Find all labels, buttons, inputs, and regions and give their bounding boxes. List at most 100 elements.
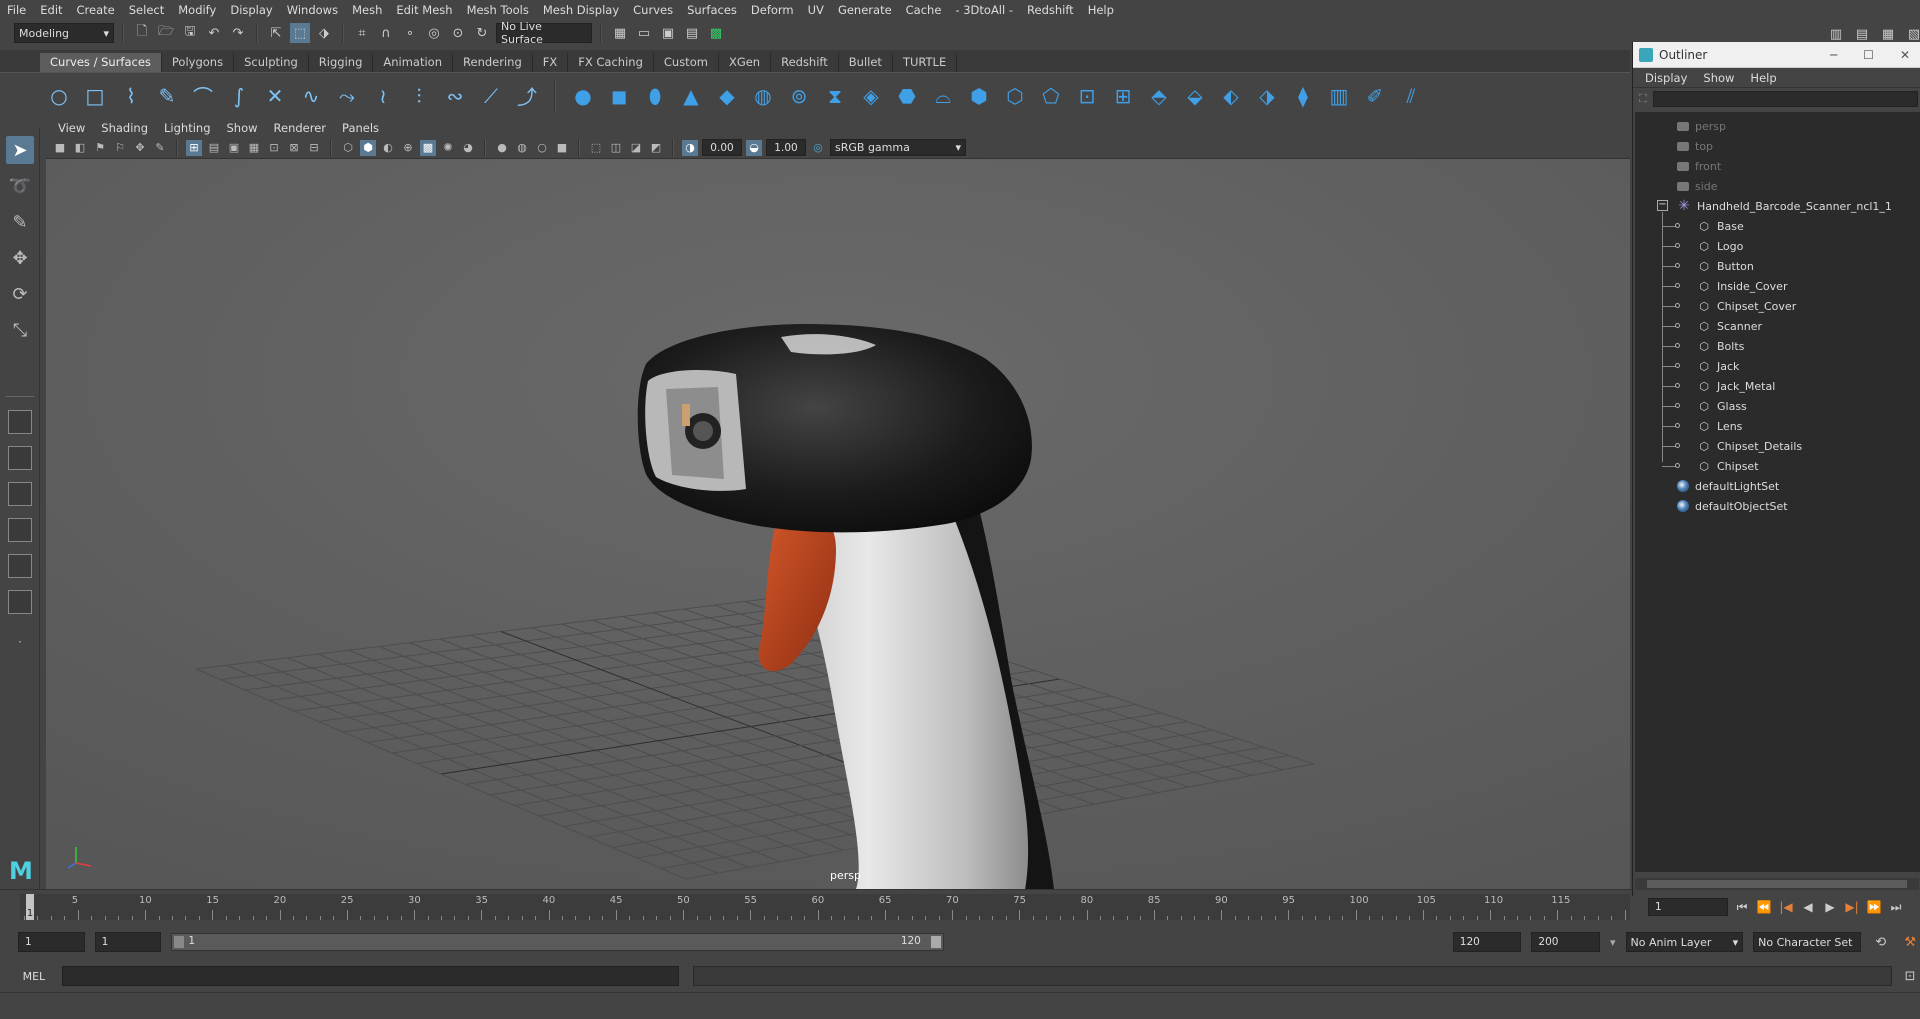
live-surface-field[interactable]: No Live Surface [496, 20, 592, 46]
outliner-camera-front[interactable]: front [1677, 156, 1721, 176]
attribute-editor-icon[interactable]: ▦ [1878, 24, 1898, 44]
exposure-field[interactable]: 0.00 [702, 139, 742, 156]
trim-icon[interactable]: ⬘ [1146, 83, 1172, 109]
field-chart-icon[interactable]: ⊡ [266, 140, 282, 156]
shelf-tab-turtle[interactable]: TURTLE [893, 53, 958, 72]
script-language-toggle[interactable]: MEL [14, 970, 54, 983]
outliner-mesh-item[interactable]: ⬡ Chipset [1697, 456, 1758, 476]
outliner-menu-help[interactable]: Help [1742, 71, 1784, 85]
xray-joints-icon[interactable]: ◩ [648, 140, 664, 156]
menu-mesh[interactable]: Mesh [345, 0, 389, 20]
panel-menu-panels[interactable]: Panels [334, 121, 387, 135]
filter-icon[interactable]: ⛶ [1639, 92, 1647, 106]
visibility-dot[interactable] [1675, 463, 1680, 468]
anim-layer-dropdown[interactable]: No Anim Layer ▾ [1625, 932, 1744, 952]
menu-deform[interactable]: Deform [744, 0, 801, 20]
rebuild-curve-icon[interactable]: ≀ [370, 83, 396, 109]
menu-file[interactable]: File [0, 0, 33, 20]
shelf-tab-custom[interactable]: Custom [654, 53, 719, 72]
menu-redshift[interactable]: Redshift [1020, 0, 1081, 20]
outliner-camera-persp[interactable]: persp [1677, 116, 1726, 136]
shelf-tab-fx-caching[interactable]: FX Caching [568, 53, 654, 72]
render-settings-icon[interactable]: ▦ [610, 23, 630, 43]
menu-help[interactable]: Help [1081, 0, 1121, 20]
menu-curves[interactable]: Curves [626, 0, 680, 20]
workspace-icon[interactable]: ▥ [1826, 24, 1846, 44]
gate-mask-icon[interactable]: ▦ [246, 140, 262, 156]
visibility-dot[interactable] [1675, 323, 1680, 328]
wireframe-on-shaded-icon[interactable]: ⊕ [400, 140, 416, 156]
planar-icon[interactable]: ◈ [858, 83, 884, 109]
current-frame-field[interactable]: 1 [1648, 898, 1728, 916]
birail-icon[interactable]: ⌓ [930, 83, 956, 109]
safe-action-icon[interactable]: ⊠ [286, 140, 302, 156]
nurbs-circle-icon[interactable]: ○ [46, 83, 72, 109]
insert-isoparm-icon[interactable]: ⬗ [1254, 83, 1280, 109]
revolve-icon[interactable]: ⊚ [786, 83, 812, 109]
menu-mesh-display[interactable]: Mesh Display [536, 0, 626, 20]
go-to-end-icon[interactable]: ⏭ [1888, 900, 1904, 915]
outliner-mesh-item[interactable]: ⬡ Bolts [1697, 336, 1744, 356]
image-plane-icon[interactable]: ⚐ [112, 140, 128, 156]
step-back-frame-icon[interactable]: |◀ [1778, 900, 1794, 914]
visibility-dot[interactable] [1675, 403, 1680, 408]
nurbs-torus-icon[interactable]: ◍ [750, 83, 776, 109]
history-icon[interactable]: ↻ [472, 23, 492, 43]
persp-outliner-layout-icon[interactable] [8, 482, 32, 506]
outliner-set-item[interactable]: defaultLightSet [1677, 476, 1779, 496]
layout-icon[interactable]: ▤ [1852, 24, 1872, 44]
camera-attributes-icon[interactable]: ◧ [72, 140, 88, 156]
panel-menu-shading[interactable]: Shading [93, 121, 156, 135]
collapse-toggle[interactable]: − [1657, 200, 1668, 211]
render-view-icon[interactable]: ▭ [634, 23, 654, 43]
visibility-dot[interactable] [1675, 423, 1680, 428]
scale-tool-icon[interactable]: ⤡ [6, 316, 34, 344]
two-d-pan-icon[interactable]: ✥ [132, 140, 148, 156]
bezier-curve-icon[interactable]: ∫ [226, 83, 252, 109]
shelf-tab-sculpting[interactable]: Sculpting [234, 53, 309, 72]
loft-icon[interactable]: ⧗ [822, 83, 848, 109]
menu-surfaces[interactable]: Surfaces [680, 0, 744, 20]
colorspace-dropdown[interactable]: sRGB gamma ▾ [830, 139, 966, 156]
open-scene-icon[interactable]: 🗁 [156, 23, 176, 43]
nurbs-cylinder-icon[interactable]: ⬮ [642, 83, 668, 109]
gamma-field[interactable]: 1.00 [766, 139, 806, 156]
animation-end-field[interactable]: 200 [1531, 932, 1601, 952]
ep-curve-icon[interactable]: ⌒ [190, 83, 216, 109]
nurbs-plane-icon[interactable]: ◆ [714, 83, 740, 109]
outliner-horizontal-scrollbar[interactable] [1635, 878, 1919, 890]
resolution-gate-icon[interactable]: ▣ [226, 140, 242, 156]
menu-generate[interactable]: Generate [831, 0, 899, 20]
menu-modify[interactable]: Modify [171, 0, 223, 20]
undo-icon[interactable]: ↶ [204, 23, 224, 43]
save-scene-icon[interactable]: 🖫 [180, 23, 200, 43]
offset-curve-icon[interactable]: ⫶ [406, 83, 432, 109]
cv-curve-icon[interactable]: ⌇ [118, 83, 144, 109]
menu-mesh-tools[interactable]: Mesh Tools [460, 0, 536, 20]
persp-graph-layout-icon[interactable] [8, 518, 32, 542]
wireframe-icon[interactable]: ⬡ [340, 140, 356, 156]
panel-menu-show[interactable]: Show [219, 121, 266, 135]
time-slider[interactable]: 1 5 10 15 20 25 30 35 40 45 50 55 60 65 70 75 80 85 90 95 1… [0, 889, 1640, 923]
use-all-lights-icon[interactable]: ✺ [440, 140, 456, 156]
shelf-tab-animation[interactable]: Animation [373, 53, 454, 72]
range-end-handle[interactable] [930, 936, 941, 948]
visibility-dot[interactable] [1675, 283, 1680, 288]
textured-icon[interactable]: ▩ [420, 139, 436, 156]
scrollbar-thumb[interactable] [1647, 880, 1907, 888]
outliner-mesh-item[interactable]: ⬡ Inside_Cover [1697, 276, 1787, 296]
motion-blur-icon[interactable]: ◍ [514, 140, 530, 156]
character-set-dropdown[interactable]: No Character Set [1753, 932, 1861, 952]
outliner-mesh-item[interactable]: ⬡ Scanner [1697, 316, 1762, 336]
extend-surface-icon[interactable]: ⬖ [1218, 83, 1244, 109]
animation-start-field[interactable]: 1 [18, 932, 85, 952]
snap-grid-icon[interactable]: ⌗ [352, 23, 372, 43]
play-backward-icon[interactable]: ◀ [1800, 900, 1816, 914]
extend-curve-icon[interactable]: ⟋ [478, 83, 504, 109]
snap-view-plane-icon[interactable]: ◎ [424, 23, 444, 43]
nurbs-cone-icon[interactable]: ▲ [678, 83, 704, 109]
shelf-tab-bullet[interactable]: Bullet [839, 53, 893, 72]
persp-hypershade-layout-icon[interactable] [8, 554, 32, 578]
visibility-dot[interactable] [1675, 243, 1680, 248]
menu-cache[interactable]: Cache [899, 0, 949, 20]
